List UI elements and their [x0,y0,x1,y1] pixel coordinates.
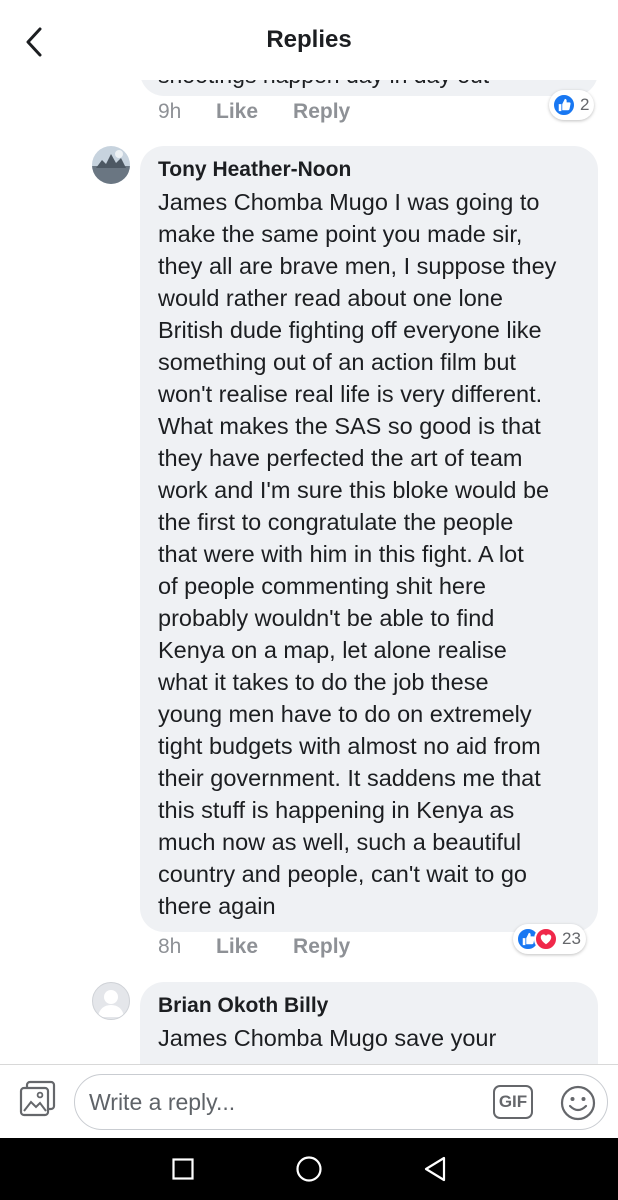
reply-button[interactable]: Reply [293,100,350,124]
comment-actions: 8h Like Reply [158,935,385,959]
recents-button[interactable] [168,1154,198,1184]
back-nav-button[interactable] [420,1154,450,1184]
comment-time: 9h [158,100,182,123]
circle-icon [296,1156,322,1182]
replies-list[interactable]: shootings happen day in day out 9h Like … [0,80,618,1064]
system-nav-bar [0,1138,618,1200]
page-title: Replies [266,26,352,53]
previous-comment-text: shootings happen day in day out [158,80,489,89]
avatar[interactable] [92,982,130,1020]
comment-author[interactable]: Brian Okoth Billy [158,994,328,1018]
gif-button[interactable]: GIF [493,1085,533,1119]
reaction-summary[interactable]: 23 [513,924,586,954]
home-button[interactable] [294,1154,324,1184]
top-bar: Replies [0,0,618,80]
love-icon [534,927,558,951]
reply-input[interactable]: Write a reply... GIF [74,1074,608,1130]
comment-author[interactable]: Tony Heather-Noon [158,158,351,182]
emoji-button[interactable] [559,1084,597,1122]
comment-text: James Chomba Mugo I was going to make th… [158,189,557,919]
photo-icon [19,1080,56,1117]
photo-button[interactable] [18,1079,58,1119]
comment-time: 8h [158,935,182,958]
reply-placeholder: Write a reply... [89,1089,236,1115]
emoji-icon [560,1085,596,1121]
previous-comment-actions: 9h Like Reply [158,100,385,124]
square-icon [172,1158,194,1180]
reaction-count: 2 [580,95,590,114]
triangle-back-icon [424,1156,446,1182]
like-button[interactable]: Like [216,935,258,959]
comment-text: James Chomba Mugo save your [158,1025,497,1051]
reaction-summary[interactable]: 2 [549,90,595,120]
previous-comment-bubble: shootings happen day in day out [140,80,598,96]
like-icon [552,93,576,117]
reply-composer: Write a reply... GIF [0,1064,618,1138]
avatar[interactable] [92,146,130,184]
reaction-count: 23 [562,929,581,948]
like-button[interactable]: Like [216,100,258,124]
reply-button[interactable]: Reply [293,935,350,959]
